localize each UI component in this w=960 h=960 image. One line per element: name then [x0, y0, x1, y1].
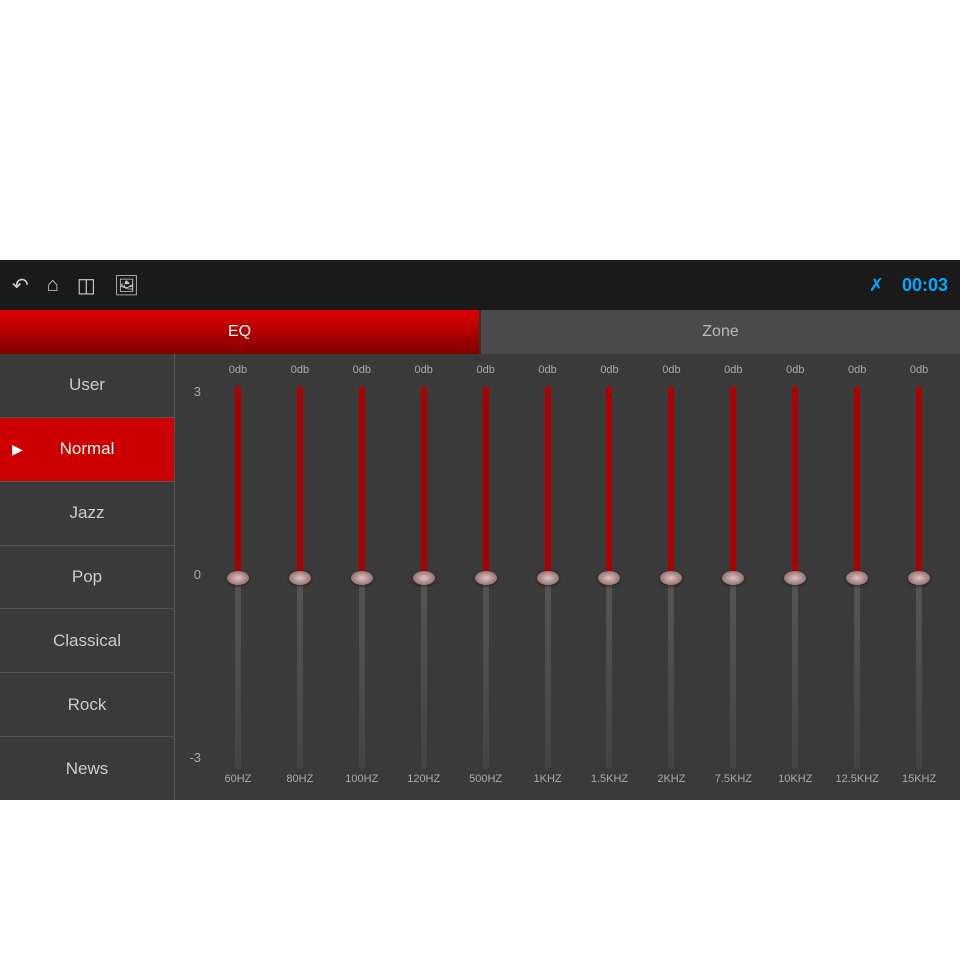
slider-15khz[interactable] — [888, 386, 950, 769]
db-label-10: 0db — [826, 364, 888, 386]
tab-bar: EQ Zone — [0, 310, 960, 354]
slider-2khz[interactable] — [640, 386, 702, 769]
scale-mid: 0 — [185, 567, 201, 582]
sidebar-item-rock[interactable]: Rock — [0, 673, 174, 736]
slider-10khz[interactable] — [764, 386, 826, 769]
slider-thumb-1[interactable] — [289, 571, 311, 585]
slider-120hz[interactable] — [393, 386, 455, 769]
freq-labels-row: 60HZ 80HZ 100HZ 120HZ 500HZ 1KHZ 1.5KHZ … — [207, 773, 950, 795]
scale-labels: 3 0 -3 — [185, 364, 207, 795]
scale-top: 3 — [185, 384, 201, 399]
time-display: 00:03 — [902, 275, 948, 296]
slider-thumb-3[interactable] — [413, 571, 435, 585]
db-label-7: 0db — [640, 364, 702, 386]
db-label-6: 0db — [579, 364, 641, 386]
slider-thumb-7[interactable] — [660, 571, 682, 585]
slider-thumb-4[interactable] — [475, 571, 497, 585]
freq-label-1: 80HZ — [269, 773, 331, 795]
db-label-9: 0db — [764, 364, 826, 386]
sidebar-item-classical[interactable]: Classical — [0, 609, 174, 672]
window-icon[interactable]: ◫ — [77, 273, 96, 298]
tab-eq[interactable]: EQ — [0, 310, 479, 354]
slider-thumb-8[interactable] — [722, 571, 744, 585]
freq-label-7: 2KHZ — [640, 773, 702, 795]
scale-bot: -3 — [185, 750, 201, 765]
db-label-3: 0db — [393, 364, 455, 386]
db-label-1: 0db — [269, 364, 331, 386]
sidebar-item-user[interactable]: User — [0, 354, 174, 417]
db-label-8: 0db — [702, 364, 764, 386]
slider-12-5khz[interactable] — [826, 386, 888, 769]
sliders-row — [207, 386, 950, 769]
bluetooth-icon: ✗ — [869, 275, 884, 296]
slider-thumb-6[interactable] — [598, 571, 620, 585]
image-icon[interactable]: 🖼 — [114, 273, 139, 298]
freq-label-11: 15KHZ — [888, 773, 950, 795]
freq-label-3: 120HZ — [393, 773, 455, 795]
freq-label-8: 7.5KHZ — [702, 773, 764, 795]
freq-label-0: 60HZ — [207, 773, 269, 795]
sliders-container: 0db 0db 0db 0db 0db 0db 0db 0db 0db 0db … — [207, 364, 950, 795]
db-label-2: 0db — [331, 364, 393, 386]
device-screen: ↶ ⌂ ◫ 🖼 ✗ 00:03 EQ Zone User ▶ Normal — [0, 260, 960, 800]
freq-label-10: 12.5KHZ — [826, 773, 888, 795]
sidebar-item-normal[interactable]: ▶ Normal — [0, 418, 174, 481]
slider-100hz[interactable] — [331, 386, 393, 769]
slider-thumb-10[interactable] — [846, 571, 868, 585]
freq-label-5: 1KHZ — [517, 773, 579, 795]
eq-with-scale: 3 0 -3 0db 0db 0db 0db 0db 0db 0db — [185, 364, 950, 795]
db-label-4: 0db — [455, 364, 517, 386]
home-icon[interactable]: ⌂ — [47, 274, 59, 297]
freq-label-9: 10KHZ — [764, 773, 826, 795]
slider-500hz[interactable] — [455, 386, 517, 769]
sidebar-item-jazz[interactable]: Jazz — [0, 482, 174, 545]
play-icon: ▶ — [12, 441, 23, 458]
sidebar-item-news[interactable]: News — [0, 737, 174, 800]
slider-7-5khz[interactable] — [702, 386, 764, 769]
freq-label-2: 100HZ — [331, 773, 393, 795]
tab-zone[interactable]: Zone — [481, 310, 960, 354]
db-label-0: 0db — [207, 364, 269, 386]
freq-label-4: 500HZ — [455, 773, 517, 795]
eq-area: 3 0 -3 0db 0db 0db 0db 0db 0db 0db — [175, 354, 960, 800]
slider-60hz[interactable] — [207, 386, 269, 769]
db-label-11: 0db — [888, 364, 950, 386]
top-bar: ↶ ⌂ ◫ 🖼 ✗ 00:03 — [0, 260, 960, 310]
slider-thumb-11[interactable] — [908, 571, 930, 585]
slider-1khz[interactable] — [517, 386, 579, 769]
slider-80hz[interactable] — [269, 386, 331, 769]
db-label-5: 0db — [517, 364, 579, 386]
sidebar-item-pop[interactable]: Pop — [0, 546, 174, 609]
slider-thumb-5[interactable] — [537, 571, 559, 585]
main-content: User ▶ Normal Jazz Pop Classical Rock — [0, 354, 960, 800]
back-icon[interactable]: ↶ — [12, 273, 29, 298]
sidebar: User ▶ Normal Jazz Pop Classical Rock — [0, 354, 175, 800]
db-labels-row: 0db 0db 0db 0db 0db 0db 0db 0db 0db 0db … — [207, 364, 950, 386]
freq-label-6: 1.5KHZ — [579, 773, 641, 795]
slider-thumb-9[interactable] — [784, 571, 806, 585]
slider-thumb-0[interactable] — [227, 571, 249, 585]
slider-thumb-2[interactable] — [351, 571, 373, 585]
slider-1-5khz[interactable] — [579, 386, 641, 769]
